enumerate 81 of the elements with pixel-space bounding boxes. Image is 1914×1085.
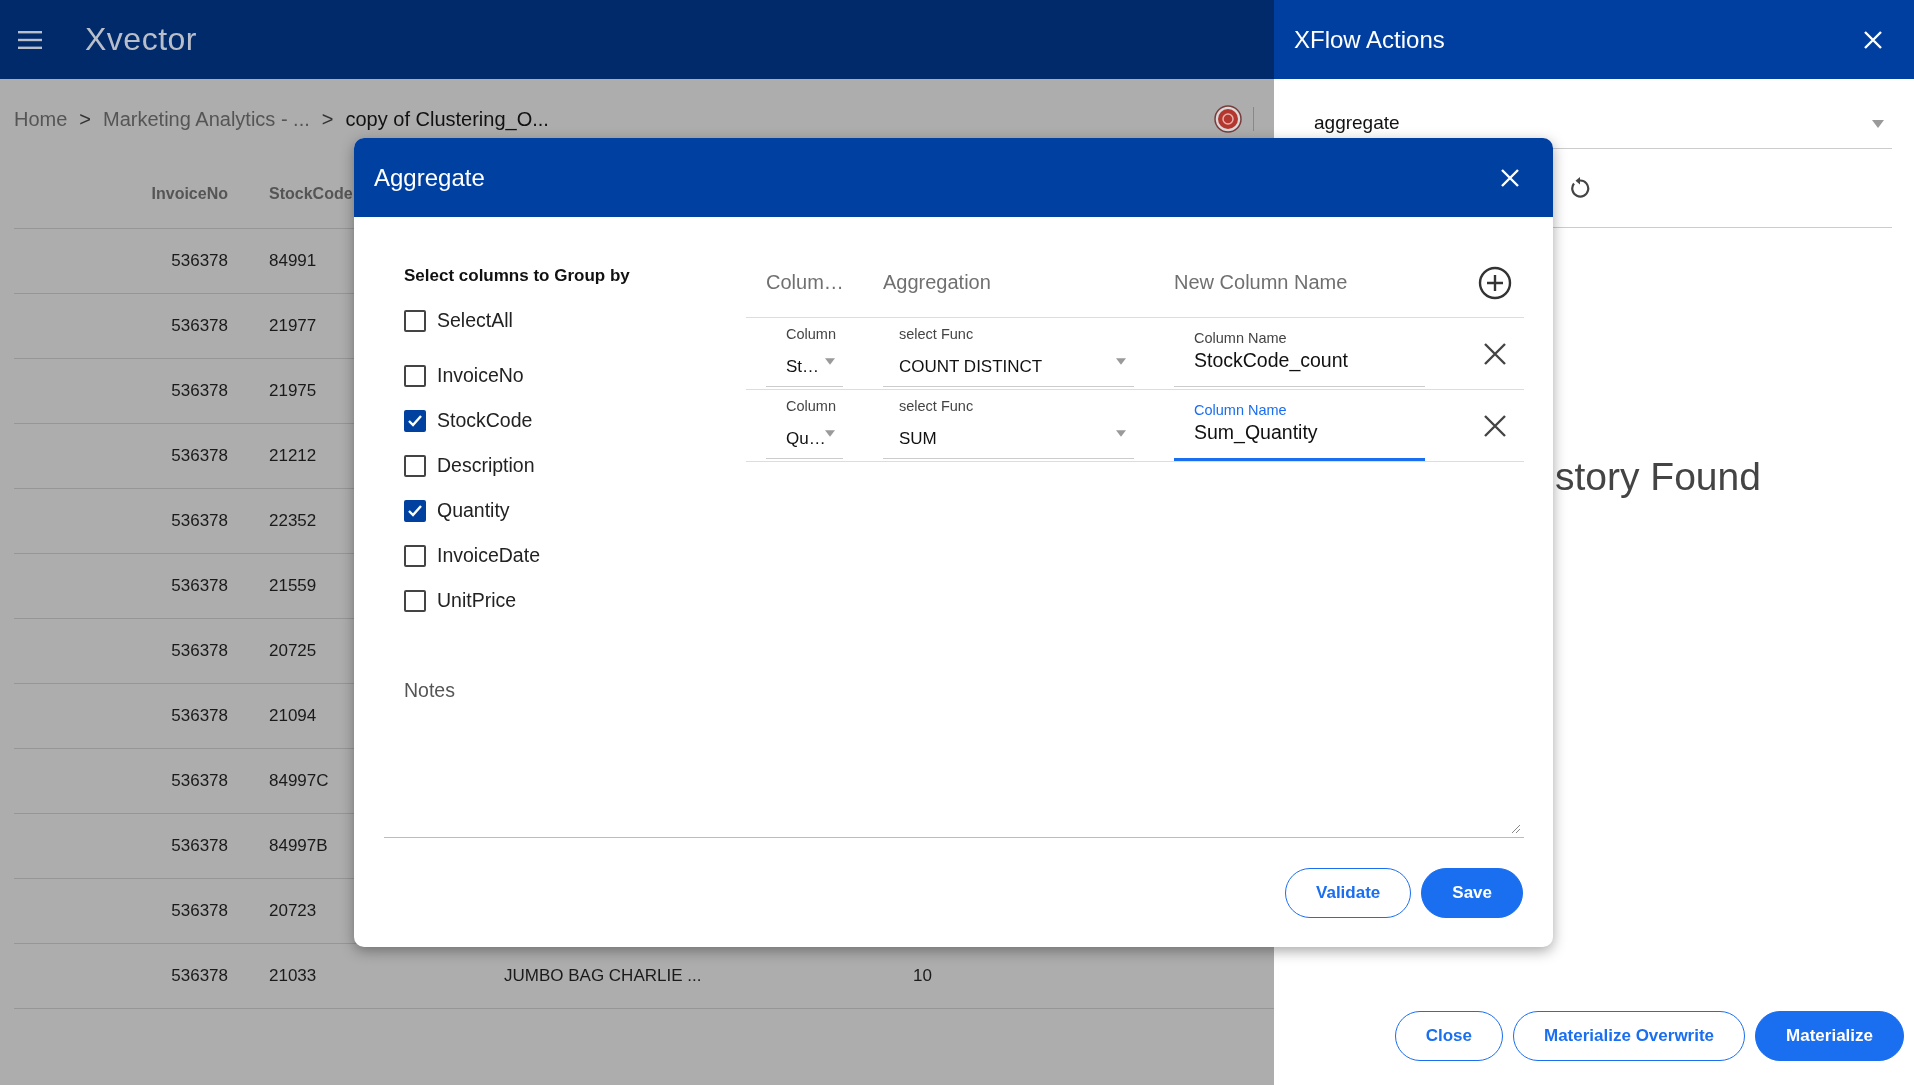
table-cell: 10 (913, 966, 932, 986)
function-select[interactable]: select Func SUM (883, 390, 1134, 459)
close-icon[interactable] (1864, 30, 1882, 49)
dialog-button[interactable]: Validate (1285, 868, 1412, 918)
checkbox[interactable] (404, 544, 426, 567)
panel-title: XFlow Actions (1294, 25, 1445, 54)
checkbox-label[interactable]: StockCode (437, 409, 533, 432)
column-name-field[interactable]: Column Name Sum_Quantity (1174, 390, 1425, 461)
table-cell-text: 84997C (268, 771, 329, 791)
table-cell: 536378 (171, 901, 228, 921)
table-cell: 536378 (171, 316, 228, 336)
table-cell: 536378 (171, 966, 228, 986)
checkbox[interactable] (404, 409, 426, 432)
menu-icon[interactable] (18, 30, 42, 49)
table-cell: 536378 (171, 836, 228, 856)
logo[interactable]: Xvector (85, 21, 197, 58)
table-cell: 536378 (171, 706, 228, 726)
notes-field[interactable]: Notes (384, 663, 1524, 838)
table-cell: JUMBO BAG CHARLIE ... (504, 966, 702, 986)
table-cell: 536378 (171, 576, 228, 596)
resize-handle-icon[interactable] (1512, 825, 1520, 833)
table-cell: 536378 (171, 641, 228, 661)
breadcrumb-separator: > (79, 107, 92, 131)
action-button[interactable]: Close (1394, 1011, 1503, 1061)
table-cell-text: 84991 (268, 251, 317, 271)
checkbox-label[interactable]: Quantity (437, 499, 510, 522)
caret-icon (1116, 430, 1126, 437)
table-cell-text: 21559 (268, 576, 317, 596)
checkbox-label[interactable]: InvoiceNo (437, 364, 524, 387)
section-title: Select columns to Group by (404, 266, 631, 286)
dialog-button[interactable]: Save (1421, 868, 1523, 918)
check-icon (407, 503, 423, 518)
checkbox-label[interactable]: Description (437, 454, 535, 477)
checkbox-label[interactable]: InvoiceDate (437, 544, 540, 567)
checkbox[interactable] (404, 499, 426, 522)
column-select[interactable]: Column St… (766, 318, 843, 387)
action-button[interactable]: Materialize Overwrite (1513, 1011, 1746, 1061)
checkbox[interactable] (404, 309, 426, 332)
table-cell: 536378 (171, 511, 228, 531)
action-button[interactable]: Materialize (1755, 1011, 1904, 1061)
check-icon (407, 413, 423, 428)
delete-icon[interactable] (1483, 342, 1506, 365)
table-cell-text: 20723 (268, 901, 317, 921)
table-cell-text: 21212 (268, 446, 317, 466)
breadcrumb-link[interactable]: copy of Clustering_O... (345, 107, 549, 131)
delete-icon[interactable] (1483, 414, 1506, 437)
column-header: Colum… (766, 271, 843, 294)
breadcrumb-separator: > (321, 107, 334, 131)
close-icon[interactable] (1501, 168, 1519, 187)
add-icon[interactable] (1477, 265, 1512, 300)
table-cell-text: 21094 (268, 706, 317, 726)
avatar-icon[interactable] (1214, 105, 1242, 133)
function-select[interactable]: select Func COUNT DISTINCT (883, 318, 1134, 387)
column-header: StockCode (268, 184, 353, 203)
column-name-field[interactable]: Column Name StockCode_count (1174, 318, 1425, 387)
empty-message: story Found (1554, 457, 1762, 496)
table-cell-text: 20725 (268, 641, 317, 661)
table-cell-text: 21975 (268, 381, 317, 401)
checkbox-label[interactable]: SelectAll (437, 309, 513, 332)
table-cell-text: 22352 (268, 511, 317, 531)
column-header: Aggregation (883, 271, 992, 294)
checkbox[interactable] (404, 364, 426, 387)
column-header: InvoiceNo (151, 184, 228, 203)
caret-icon (1116, 358, 1126, 365)
table-cell-text: 84997B (268, 836, 328, 856)
dialog-title: Aggregate (374, 163, 485, 192)
caret-icon (825, 358, 835, 365)
checkbox-label[interactable]: UnitPrice (437, 589, 517, 612)
table-cell: 536378 (171, 446, 228, 466)
caret-icon (1872, 120, 1884, 128)
refresh-icon[interactable] (1570, 177, 1590, 199)
table-cell: 536378 (171, 771, 228, 791)
checkbox[interactable] (404, 589, 426, 612)
table-cell-text: 21033 (268, 966, 317, 986)
table-cell: 536378 (171, 381, 228, 401)
column-select[interactable]: Column Qu… (766, 390, 843, 459)
column-header: New Column Name (1174, 271, 1349, 294)
checkbox[interactable] (404, 454, 426, 477)
caret-icon (825, 430, 835, 437)
table-cell: 536378 (171, 251, 228, 271)
table-cell-text: 21977 (268, 316, 317, 336)
